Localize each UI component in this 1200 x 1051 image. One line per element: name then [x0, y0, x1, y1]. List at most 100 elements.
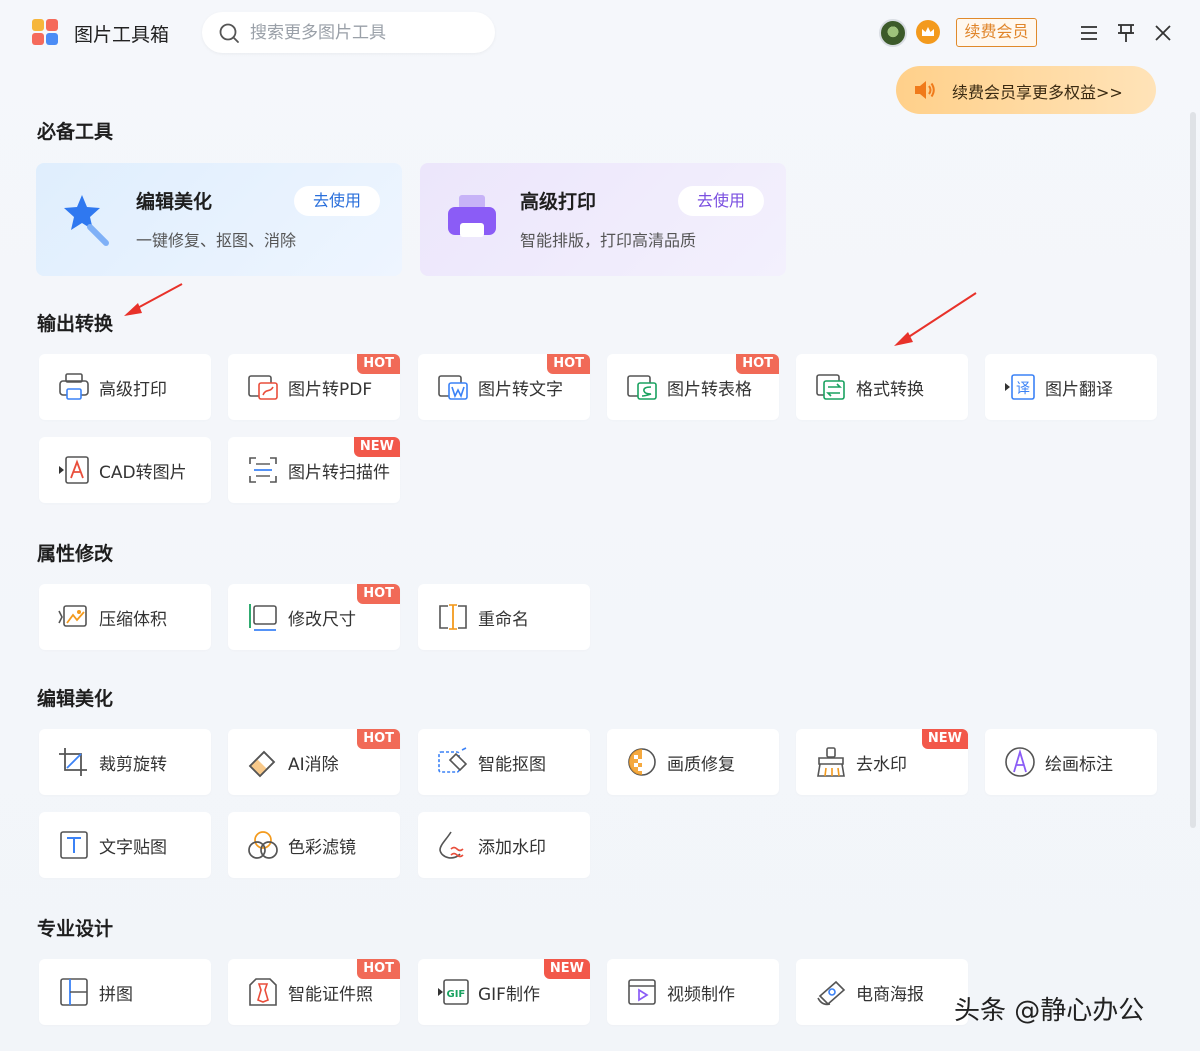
- hot-badge: HOT: [547, 354, 590, 374]
- tool-label: 添加水印: [478, 838, 546, 858]
- tool-label: 图片转扫描件: [288, 463, 390, 483]
- new-badge: NEW: [543, 959, 590, 979]
- tool-label: 图片转表格: [667, 380, 752, 400]
- water-drop-icon: [439, 831, 464, 859]
- tool-draw-annotate[interactable]: 绘画标注: [985, 729, 1157, 795]
- tool-text-sticker[interactable]: 文字贴图: [39, 812, 211, 878]
- tool-gif-maker[interactable]: GIF GIF制作 NEW: [418, 959, 590, 1025]
- tool-cad-to-image[interactable]: CAD转图片: [39, 437, 211, 503]
- red-arrow-annotation: [894, 292, 977, 346]
- tool-label: CAD转图片: [99, 463, 187, 483]
- pin-icon[interactable]: [1115, 22, 1137, 44]
- tool-label: 去水印: [856, 755, 907, 775]
- vip-crown-icon[interactable]: [916, 20, 940, 44]
- quality-repair-icon: [628, 748, 656, 776]
- featured-card-edit[interactable]: 编辑美化 一键修复、抠图、消除 去使用: [36, 163, 402, 276]
- printer-icon: [59, 373, 89, 400]
- text-icon: [60, 831, 88, 859]
- search-input[interactable]: [250, 12, 480, 53]
- watermark-text: 头条 @静心办公: [954, 996, 1145, 1026]
- promo-banner[interactable]: 续费会员享更多权益>>: [896, 66, 1156, 114]
- gif-icon: GIF: [438, 979, 469, 1005]
- cutout-icon: [438, 747, 468, 773]
- tool-image-to-pdf[interactable]: 图片转PDF HOT: [228, 354, 400, 420]
- tool-format-convert[interactable]: 格式转换: [796, 354, 968, 420]
- scan-icon: [249, 457, 277, 483]
- tool-label: 绘画标注: [1045, 755, 1113, 775]
- use-button-print[interactable]: 去使用: [678, 186, 764, 216]
- tool-label: 智能证件照: [288, 985, 373, 1005]
- tool-image-to-excel[interactable]: 图片转表格 HOT: [607, 354, 779, 420]
- hot-badge: HOT: [736, 354, 779, 374]
- use-button-edit[interactable]: 去使用: [294, 186, 380, 216]
- app-logo-icon: [32, 19, 58, 45]
- hot-badge: HOT: [357, 584, 400, 604]
- red-arrow-annotation: [124, 283, 183, 316]
- scrollbar[interactable]: [1190, 112, 1196, 828]
- tool-collage[interactable]: 拼图: [39, 959, 211, 1025]
- close-icon[interactable]: [1152, 22, 1174, 44]
- tool-label: 图片转文字: [478, 380, 563, 400]
- section-title-design: 专业设计: [37, 918, 114, 940]
- tool-label: 高级打印: [99, 380, 167, 400]
- tool-rename[interactable]: 重命名: [418, 584, 590, 650]
- menu-icon[interactable]: [1078, 22, 1100, 44]
- video-icon: [628, 979, 656, 1005]
- magic-wand-star-icon: [64, 195, 109, 246]
- tool-video-maker[interactable]: 视频制作: [607, 959, 779, 1025]
- rename-icon: [439, 604, 467, 630]
- featured-card-print[interactable]: 高级打印 智能排版，打印高清品质 去使用: [420, 163, 786, 276]
- tool-label: 压缩体积: [99, 610, 167, 630]
- translate-icon: 译: [1005, 374, 1035, 400]
- collage-icon: [60, 978, 88, 1006]
- poster-icon: [817, 980, 846, 1006]
- printer-icon: [448, 195, 496, 237]
- tool-image-to-scan[interactable]: 图片转扫描件 NEW: [228, 437, 400, 503]
- tool-add-watermark[interactable]: 添加水印: [418, 812, 590, 878]
- tool-label: 裁剪旋转: [99, 755, 167, 775]
- tool-id-photo[interactable]: 智能证件照 HOT: [228, 959, 400, 1025]
- hot-badge: HOT: [357, 354, 400, 374]
- crop-icon: [59, 748, 87, 776]
- section-title-attributes: 属性修改: [37, 543, 114, 565]
- color-filter-icon: [248, 831, 278, 859]
- new-badge: NEW: [353, 437, 400, 457]
- eraser-icon: [248, 750, 276, 778]
- featured-title: 高级打印: [520, 191, 597, 213]
- tool-ai-erase[interactable]: AI消除 HOT: [228, 729, 400, 795]
- tool-ecommerce-poster[interactable]: 电商海报: [796, 959, 968, 1025]
- search-icon: [219, 23, 239, 43]
- tool-label: 画质修复: [667, 755, 735, 775]
- tool-image-translate[interactable]: 译 图片翻译: [985, 354, 1157, 420]
- tool-remove-watermark[interactable]: 去水印 NEW: [796, 729, 968, 795]
- tool-smart-cutout[interactable]: 智能抠图: [418, 729, 590, 795]
- promo-text: 续费会员享更多权益>>: [952, 83, 1123, 102]
- tool-advanced-print[interactable]: 高级打印: [39, 354, 211, 420]
- featured-title: 编辑美化: [136, 191, 213, 213]
- image-word-icon: [438, 375, 468, 400]
- search-box[interactable]: [202, 12, 495, 53]
- tool-quality-repair[interactable]: 画质修复: [607, 729, 779, 795]
- tool-label: 修改尺寸: [288, 610, 356, 630]
- renew-vip-button[interactable]: 续费会员: [956, 18, 1037, 47]
- app-window: 图片工具箱 续费会员: [0, 0, 1200, 1051]
- tool-label: 拼图: [99, 985, 133, 1005]
- hot-badge: HOT: [357, 959, 400, 979]
- section-title-essential: 必备工具: [37, 121, 114, 143]
- tool-color-filter[interactable]: 色彩滤镜: [228, 812, 400, 878]
- section-title-output: 输出转换: [37, 313, 114, 335]
- svg-text:GIF: GIF: [447, 989, 466, 1000]
- new-badge: NEW: [921, 729, 968, 749]
- compress-image-icon: [58, 605, 87, 627]
- tool-compress[interactable]: 压缩体积: [39, 584, 211, 650]
- tool-resize[interactable]: 修改尺寸 HOT: [228, 584, 400, 650]
- tool-image-to-text[interactable]: 图片转文字 HOT: [418, 354, 590, 420]
- svg-text:译: 译: [1016, 381, 1030, 397]
- featured-desc: 一键修复、抠图、消除: [136, 231, 297, 250]
- format-convert-icon: [816, 374, 845, 400]
- tool-label: 格式转换: [856, 380, 924, 400]
- speaker-icon: [915, 81, 935, 99]
- avatar[interactable]: [879, 19, 907, 47]
- tool-crop-rotate[interactable]: 裁剪旋转: [39, 729, 211, 795]
- title-bar: 图片工具箱 续费会员: [0, 0, 1200, 66]
